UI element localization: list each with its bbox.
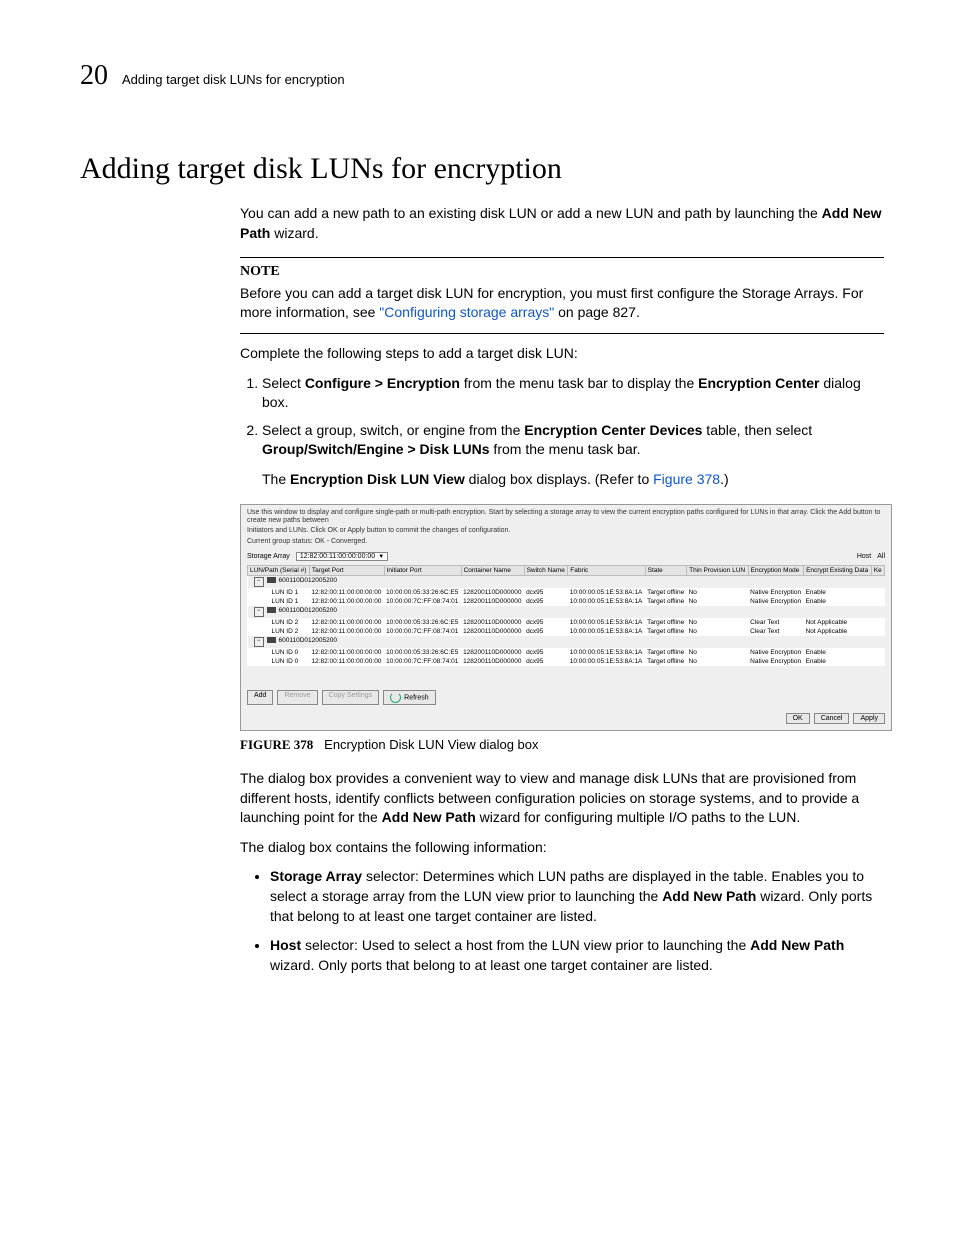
- group-row[interactable]: −600110D012005200: [248, 636, 885, 648]
- complete-sentence: Complete the following steps to add a ta…: [240, 344, 884, 364]
- link-figure-378[interactable]: Figure 378: [653, 471, 720, 487]
- table-row[interactable]: LUN ID 212:82:00:11:00:00:00:0010:00:00:…: [248, 627, 885, 636]
- column-header[interactable]: Target Port: [309, 566, 384, 576]
- lun-table: LUN/Path (Serial #)Target PortInitiator …: [247, 565, 885, 666]
- column-header[interactable]: LUN/Path (Serial #): [248, 566, 310, 576]
- link-configuring-arrays[interactable]: "Configuring storage arrays": [379, 304, 554, 320]
- table-row[interactable]: LUN ID 012:82:00:11:00:00:00:0010:00:00:…: [248, 648, 885, 657]
- step-item: Select a group, switch, or engine from t…: [262, 421, 884, 460]
- group-row[interactable]: −600110D012005200: [248, 576, 885, 589]
- column-header[interactable]: Switch Name: [524, 566, 568, 576]
- page-number: 20: [80, 60, 108, 92]
- column-header[interactable]: State: [645, 566, 686, 576]
- paragraph: The dialog box contains the following in…: [240, 838, 884, 858]
- device-icon: [267, 577, 276, 583]
- group-row[interactable]: −600110D012005200: [248, 606, 885, 618]
- column-header[interactable]: Fabric: [568, 566, 645, 576]
- bullet-list: Storage Array selector: Determines which…: [240, 867, 884, 975]
- refresh-icon: [390, 692, 401, 703]
- ok-button[interactable]: OK: [786, 713, 810, 724]
- list-item: Storage Array selector: Determines which…: [270, 867, 884, 926]
- apply-button[interactable]: Apply: [853, 713, 885, 724]
- table-row[interactable]: LUN ID 012:82:00:11:00:00:00:0010:00:00:…: [248, 657, 885, 666]
- paragraph: The dialog box provides a convenient way…: [240, 769, 884, 828]
- copy-settings-button[interactable]: Copy Settings: [322, 690, 380, 705]
- chevron-down-icon: ▼: [378, 554, 384, 560]
- note-label: NOTE: [240, 257, 884, 282]
- collapse-icon[interactable]: −: [254, 607, 264, 617]
- step-item: Select Configure > Encryption from the m…: [262, 374, 884, 413]
- intro-paragraph: You can add a new path to an existing di…: [240, 204, 884, 243]
- ss-instruction: Use this window to display and configure…: [247, 509, 885, 526]
- ss-status: Current group status: OK - Converged.: [247, 538, 885, 546]
- remove-button[interactable]: Remove: [277, 690, 317, 705]
- device-icon: [267, 637, 276, 643]
- storage-array-label: Storage Array: [247, 553, 290, 560]
- figure-caption: FIGURE 378 Encryption Disk LUN View dial…: [240, 737, 884, 753]
- storage-array-select[interactable]: 12:82:00:11:00:00:00:00▼: [296, 552, 388, 561]
- column-header[interactable]: Container Name: [461, 566, 524, 576]
- column-header[interactable]: Ke: [871, 566, 884, 576]
- ss-instruction: Initiators and LUNs. Click OK or Apply b…: [247, 527, 885, 535]
- running-title: Adding target disk LUNs for encryption: [122, 72, 345, 87]
- device-icon: [267, 607, 276, 613]
- host-value: All: [877, 553, 885, 560]
- add-button[interactable]: Add: [247, 690, 273, 705]
- host-label: Host: [857, 553, 871, 560]
- page-title: Adding target disk LUNs for encryption: [80, 152, 884, 186]
- column-header[interactable]: Encryption Mode: [748, 566, 803, 576]
- column-header[interactable]: Initiator Port: [384, 566, 461, 576]
- table-row[interactable]: LUN ID 112:82:00:11:00:00:00:0010:00:00:…: [248, 597, 885, 606]
- refresh-button[interactable]: Refresh: [383, 690, 436, 705]
- figure-screenshot: Use this window to display and configure…: [240, 504, 892, 732]
- collapse-icon[interactable]: −: [254, 637, 264, 647]
- column-header[interactable]: Encrypt Existing Data: [804, 566, 872, 576]
- collapse-icon[interactable]: −: [254, 577, 264, 587]
- note-text: Before you can add a target disk LUN for…: [240, 284, 884, 334]
- after-steps: The Encryption Disk LUN View dialog box …: [262, 470, 884, 490]
- column-header[interactable]: Thin Provision LUN: [687, 566, 749, 576]
- cancel-button[interactable]: Cancel: [814, 713, 850, 724]
- table-row[interactable]: LUN ID 212:82:00:11:00:00:00:0010:00:00:…: [248, 618, 885, 627]
- page-header: 20 Adding target disk LUNs for encryptio…: [80, 60, 884, 92]
- steps-list: Select Configure > Encryption from the m…: [240, 374, 884, 460]
- table-row[interactable]: LUN ID 112:82:00:11:00:00:00:0010:00:00:…: [248, 588, 885, 597]
- list-item: Host selector: Used to select a host fro…: [270, 936, 884, 975]
